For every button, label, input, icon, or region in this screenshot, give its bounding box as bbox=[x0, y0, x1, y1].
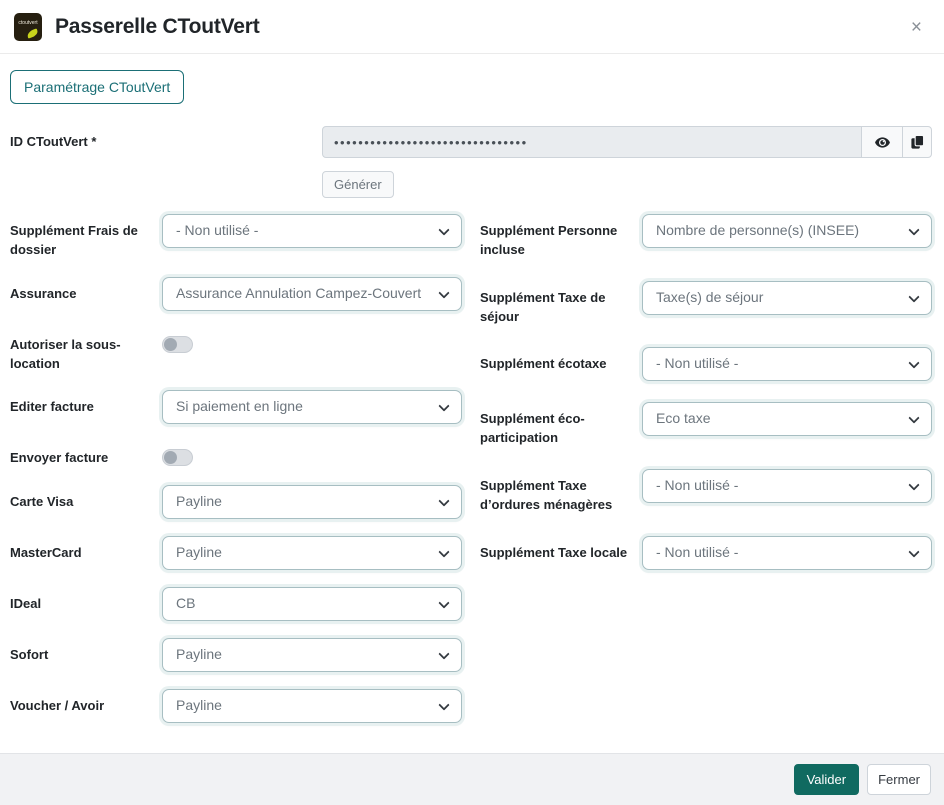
field-row: Editer facture Si paiement en ligne bbox=[10, 390, 462, 424]
id-ctoutvert-row: ID CToutVert * bbox=[10, 126, 932, 198]
modal-body: Paramétrage CToutVert ID CToutVert * bbox=[0, 54, 944, 753]
field-row: Sofort Payline bbox=[10, 638, 462, 672]
modal-title: Passerelle CToutVert bbox=[55, 15, 260, 39]
carte-visa-label: Carte Visa bbox=[10, 485, 162, 512]
tab-parametrage-ctoutvert[interactable]: Paramétrage CToutVert bbox=[10, 70, 184, 104]
sous-location-toggle[interactable] bbox=[162, 336, 193, 353]
left-column: Supplément Frais de dossier - Non utilis… bbox=[10, 214, 462, 740]
valider-button[interactable]: Valider bbox=[794, 764, 860, 795]
editer-facture-label: Editer facture bbox=[10, 390, 162, 417]
modal-footer: Valider Fermer bbox=[0, 753, 944, 805]
show-password-button[interactable] bbox=[861, 126, 903, 158]
editer-facture-select[interactable]: Si paiement en ligne bbox=[162, 390, 462, 424]
toggle-knob bbox=[164, 338, 177, 351]
toggle-knob bbox=[164, 451, 177, 464]
envoyer-facture-toggle[interactable] bbox=[162, 449, 193, 466]
id-ctoutvert-label: ID CToutVert * bbox=[10, 126, 322, 149]
field-row: Supplément Taxe de séjour Taxe(s) de séj… bbox=[480, 281, 932, 327]
ordures-menageres-label: Supplément Taxe d’ordures ménagères bbox=[480, 469, 642, 515]
field-row: Envoyer facture bbox=[10, 441, 462, 468]
modal-header: ctoutvert Passerelle CToutVert × bbox=[0, 0, 944, 54]
id-ctoutvert-input[interactable] bbox=[322, 126, 862, 158]
taxe-sejour-select[interactable]: Taxe(s) de séjour bbox=[642, 281, 932, 315]
field-row: Supplément Taxe locale - Non utilisé - bbox=[480, 536, 932, 570]
eco-participation-label: Supplément éco-participation bbox=[480, 402, 642, 448]
ordures-menageres-select[interactable]: - Non utilisé - bbox=[642, 469, 932, 503]
voucher-avoir-select[interactable]: Payline bbox=[162, 689, 462, 723]
frais-dossier-label: Supplément Frais de dossier bbox=[10, 214, 162, 260]
envoyer-facture-label: Envoyer facture bbox=[10, 441, 162, 468]
taxe-sejour-label: Supplément Taxe de séjour bbox=[480, 281, 642, 327]
taxe-locale-label: Supplément Taxe locale bbox=[480, 536, 642, 563]
logo-text: ctoutvert bbox=[14, 20, 42, 26]
field-row: Carte Visa Payline bbox=[10, 485, 462, 519]
mastercard-select[interactable]: Payline bbox=[162, 536, 462, 570]
frais-dossier-select[interactable]: - Non utilisé - bbox=[162, 214, 462, 248]
field-row: Assurance Assurance Annulation Campez-Co… bbox=[10, 277, 462, 311]
ecotaxe-label: Supplément écotaxe bbox=[480, 347, 642, 374]
sofort-label: Sofort bbox=[10, 638, 162, 665]
ecotaxe-select[interactable]: - Non utilisé - bbox=[642, 347, 932, 381]
field-row: Supplément Frais de dossier - Non utilis… bbox=[10, 214, 462, 260]
ideal-label: IDeal bbox=[10, 587, 162, 614]
field-row: Voucher / Avoir Payline bbox=[10, 689, 462, 723]
field-row: Supplément Taxe d’ordures ménagères - No… bbox=[480, 469, 932, 515]
leaf-shape bbox=[26, 28, 39, 38]
personne-incluse-select[interactable]: Nombre de personne(s) (INSEE) bbox=[642, 214, 932, 248]
copy-icon bbox=[910, 134, 925, 150]
form-columns: Supplément Frais de dossier - Non utilis… bbox=[10, 214, 932, 740]
right-column: Supplément Personne incluse Nombre de pe… bbox=[480, 214, 932, 740]
fermer-button[interactable]: Fermer bbox=[867, 764, 931, 795]
field-row: Supplément éco-participation Eco taxe bbox=[480, 402, 932, 448]
eco-participation-select[interactable]: Eco taxe bbox=[642, 402, 932, 436]
field-row: MasterCard Payline bbox=[10, 536, 462, 570]
voucher-avoir-label: Voucher / Avoir bbox=[10, 689, 162, 716]
sofort-select[interactable]: Payline bbox=[162, 638, 462, 672]
copy-button[interactable] bbox=[902, 126, 932, 158]
personne-incluse-label: Supplément Personne incluse bbox=[480, 214, 642, 260]
field-row: Autoriser la sous-location bbox=[10, 328, 462, 374]
generer-button[interactable]: Générer bbox=[322, 171, 394, 198]
passerelle-modal: ctoutvert Passerelle CToutVert × Paramét… bbox=[0, 0, 944, 805]
field-row: Supplément Personne incluse Nombre de pe… bbox=[480, 214, 932, 260]
assurance-label: Assurance bbox=[10, 277, 162, 304]
field-row: Supplément écotaxe - Non utilisé - bbox=[480, 347, 932, 381]
ideal-select[interactable]: CB bbox=[162, 587, 462, 621]
field-row: IDeal CB bbox=[10, 587, 462, 621]
close-icon[interactable]: × bbox=[905, 16, 928, 39]
id-input-group bbox=[322, 126, 932, 158]
sous-location-label: Autoriser la sous-location bbox=[10, 328, 162, 374]
ctoutvert-logo-icon: ctoutvert bbox=[14, 13, 42, 41]
eye-icon bbox=[874, 134, 891, 151]
mastercard-label: MasterCard bbox=[10, 536, 162, 563]
taxe-locale-select[interactable]: - Non utilisé - bbox=[642, 536, 932, 570]
assurance-select[interactable]: Assurance Annulation Campez-Couvert bbox=[162, 277, 462, 311]
carte-visa-select[interactable]: Payline bbox=[162, 485, 462, 519]
